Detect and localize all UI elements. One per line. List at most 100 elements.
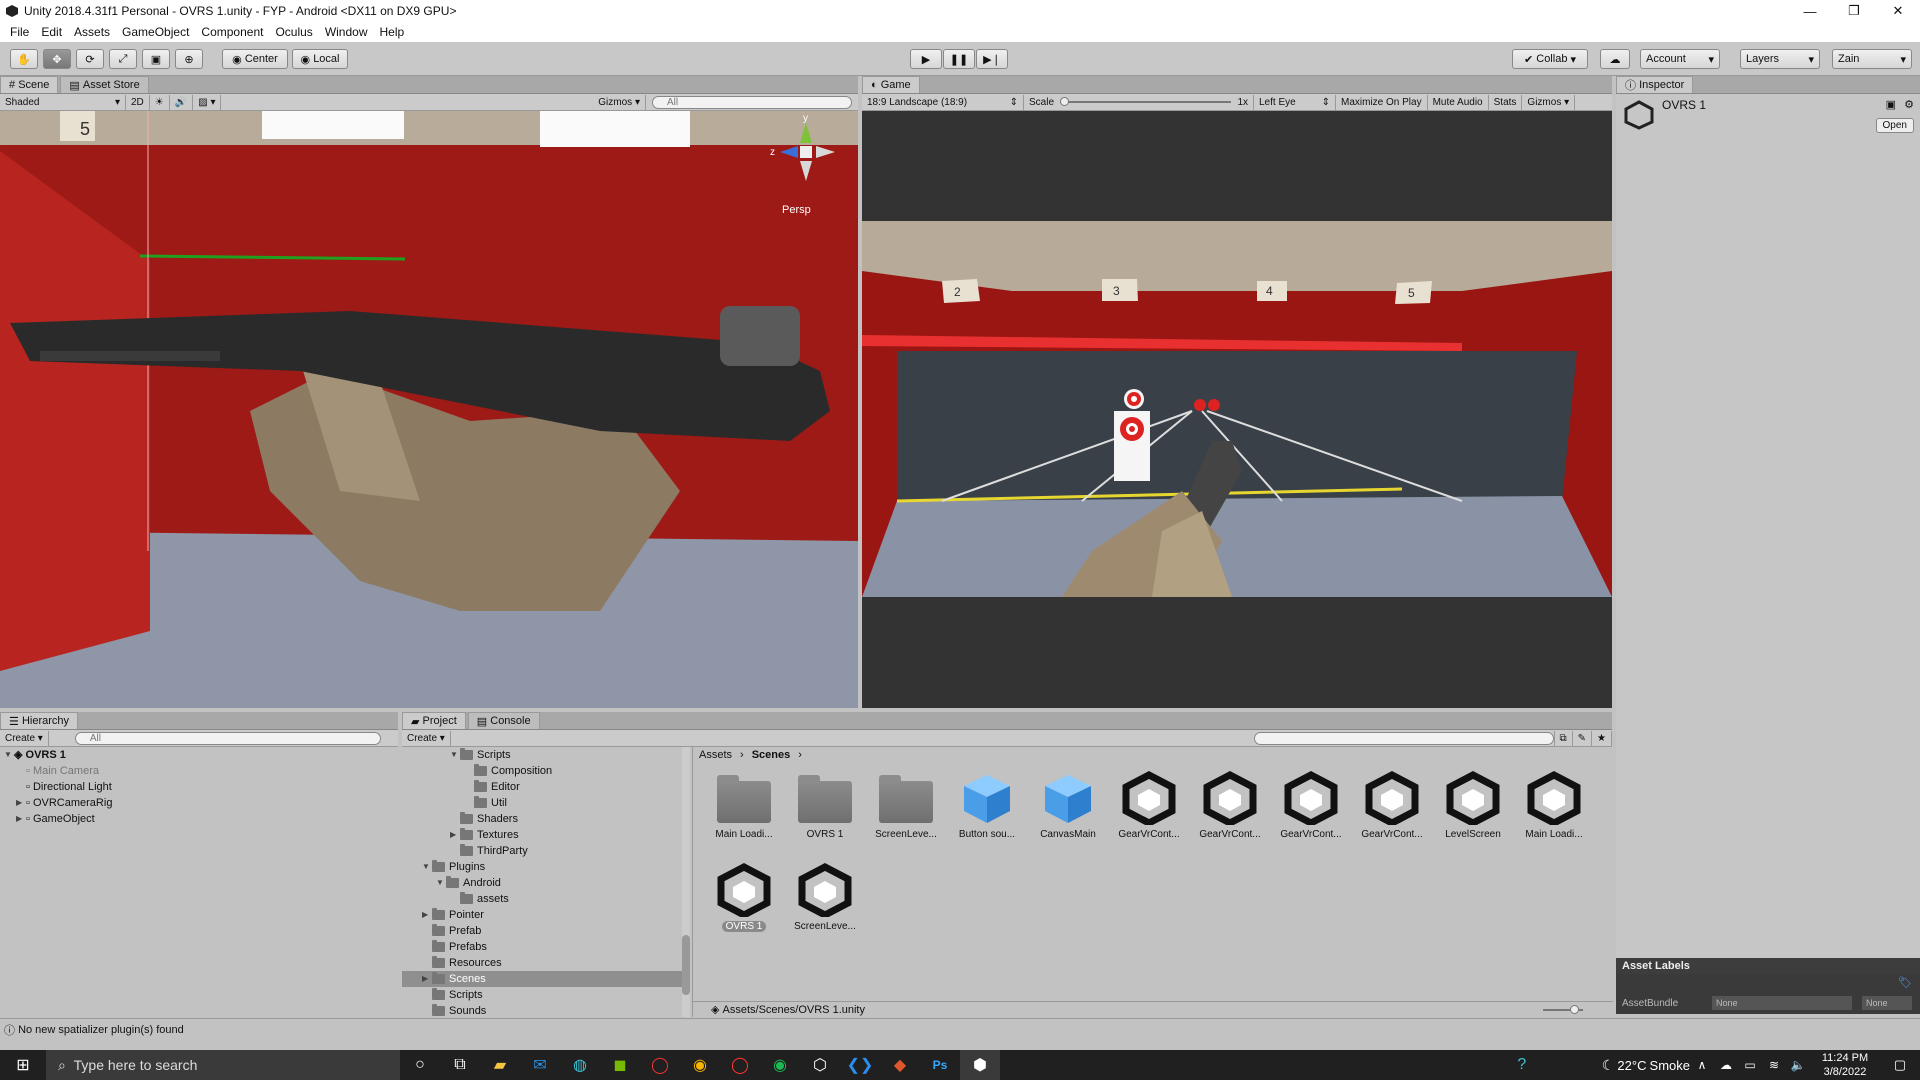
- shading-dropdown[interactable]: Shaded ▾: [0, 94, 126, 110]
- mail-icon[interactable]: ✉: [520, 1050, 560, 1080]
- status-message[interactable]: No new spatializer plugin(s) found: [18, 1024, 184, 1036]
- menu-window[interactable]: Window: [319, 25, 374, 39]
- tab-console[interactable]: ▤ Console: [467, 712, 540, 729]
- tree-item-sounds[interactable]: Sounds: [402, 1003, 682, 1017]
- tree-item-editor[interactable]: Editor: [402, 779, 682, 795]
- git-icon[interactable]: ◆: [880, 1050, 920, 1080]
- open-button[interactable]: Open: [1875, 118, 1914, 133]
- resolution-dropdown[interactable]: 18:9 Landscape (18:9) ⇕: [862, 94, 1024, 110]
- scene-viewport[interactable]: 5 y z Persp: [0, 111, 858, 708]
- persp-label[interactable]: Persp: [782, 204, 811, 216]
- hierarchy-item-directional-light[interactable]: ▫ Directional Light: [4, 779, 394, 795]
- tree-scrollbar[interactable]: [682, 747, 690, 1017]
- spotify-icon[interactable]: ◉: [760, 1050, 800, 1080]
- assetbundle-dropdown[interactable]: None: [1712, 996, 1852, 1010]
- icon-size-slider[interactable]: [1543, 1005, 1583, 1014]
- breadcrumb-scenes[interactable]: Scenes: [752, 749, 791, 761]
- taskbar-search-input[interactable]: ⌕ Type here to search: [46, 1050, 400, 1080]
- menu-oculus[interactable]: Oculus: [269, 25, 318, 39]
- asset-unity-5[interactable]: GearVrCont...: [1112, 771, 1186, 840]
- project-search-input[interactable]: [1253, 731, 1554, 745]
- menu-file[interactable]: File: [4, 25, 35, 39]
- tree-item-scenes[interactable]: ▶ Scenes: [402, 971, 682, 987]
- wifi-icon[interactable]: ≋: [1762, 1050, 1786, 1080]
- tree-item-assets[interactable]: assets: [402, 891, 682, 907]
- tree-item-thirdparty[interactable]: ThirdParty: [402, 843, 682, 859]
- minimize-button[interactable]: —: [1788, 0, 1832, 22]
- nvidia-icon[interactable]: ◼: [600, 1050, 640, 1080]
- tab-hierarchy[interactable]: ☰ Hierarchy: [0, 712, 79, 729]
- favorite-star-icon[interactable]: ★: [1592, 730, 1612, 746]
- step-button[interactable]: ▶❘: [976, 49, 1008, 69]
- tree-item-pointer[interactable]: ▶ Pointer: [402, 907, 682, 923]
- tree-item-resources[interactable]: Resources: [402, 955, 682, 971]
- weather-temp[interactable]: 22°C: [1617, 1058, 1646, 1073]
- scale-tool-button[interactable]: ⤢: [109, 49, 137, 69]
- opera-icon[interactable]: ◯: [720, 1050, 760, 1080]
- transform-tool-button[interactable]: ⊕: [175, 49, 203, 69]
- file-explorer-icon[interactable]: ▰: [480, 1050, 520, 1080]
- variant-dropdown[interactable]: None: [1862, 996, 1912, 1010]
- gear-icon[interactable]: ⚙: [1904, 98, 1914, 111]
- menu-component[interactable]: Component: [195, 25, 269, 39]
- tree-item-composition[interactable]: Composition: [402, 763, 682, 779]
- audio-toggle[interactable]: 🔊: [170, 94, 194, 110]
- tab-project[interactable]: ▰ Project: [402, 712, 466, 729]
- eye-dropdown[interactable]: Left Eye ⇕: [1254, 94, 1336, 110]
- task-view-icon[interactable]: ⧉: [440, 1050, 480, 1080]
- menu-edit[interactable]: Edit: [35, 25, 68, 39]
- volume-icon[interactable]: 🔈: [1786, 1050, 1810, 1080]
- tab-game[interactable]: ◐ Game: [862, 76, 920, 93]
- move-tool-button[interactable]: ✥: [43, 49, 71, 69]
- book-icon[interactable]: ▣: [1886, 98, 1896, 111]
- hierarchy-item-gameobject[interactable]: ▶ ▫ GameObject: [4, 811, 394, 827]
- mute-audio-toggle[interactable]: Mute Audio: [1428, 94, 1489, 110]
- tab-inspector[interactable]: ⓘ Inspector: [1616, 76, 1694, 93]
- filter-label-icon[interactable]: ✎: [1573, 730, 1593, 746]
- tree-item-scripts[interactable]: ▼ Scripts: [402, 747, 682, 763]
- pivot-center-button[interactable]: ◉ Center: [222, 49, 288, 69]
- stats-toggle[interactable]: Stats: [1489, 94, 1523, 110]
- 2d-toggle[interactable]: 2D: [126, 94, 150, 110]
- chrome-icon[interactable]: ◉: [680, 1050, 720, 1080]
- menu-gameobject[interactable]: GameObject: [116, 25, 195, 39]
- help-icon[interactable]: ?: [1502, 1050, 1542, 1080]
- tab-asset-store[interactable]: ▤ Asset Store: [60, 76, 149, 93]
- edge-icon[interactable]: ◍: [560, 1050, 600, 1080]
- asset-unity-11[interactable]: OVRS 1: [707, 863, 781, 935]
- unity-hub-icon[interactable]: ⬡: [800, 1050, 840, 1080]
- cloud-button[interactable]: ☁: [1600, 49, 1630, 69]
- opera-gx-icon[interactable]: ◯: [640, 1050, 680, 1080]
- asset-unity-12[interactable]: ScreenLeve...: [788, 863, 862, 932]
- windows-start-icon[interactable]: ⊞: [0, 1050, 46, 1080]
- unity-taskbar-icon[interactable]: ⬢: [960, 1050, 1000, 1080]
- battery-icon[interactable]: ▭: [1738, 1050, 1762, 1080]
- tree-item-util[interactable]: Util: [402, 795, 682, 811]
- hand-tool-button[interactable]: ✋: [10, 49, 38, 69]
- close-button[interactable]: ✕: [1876, 0, 1920, 22]
- account-dropdown[interactable]: Account ▾: [1640, 49, 1720, 69]
- asset-unity-8[interactable]: GearVrCont...: [1355, 771, 1429, 840]
- breadcrumb-assets[interactable]: Assets: [699, 749, 732, 761]
- notifications-icon[interactable]: ▢: [1880, 1050, 1920, 1080]
- menu-help[interactable]: Help: [374, 25, 411, 39]
- asset-unity-9[interactable]: LevelScreen: [1436, 771, 1510, 840]
- filter-type-icon[interactable]: ⧉: [1553, 730, 1573, 746]
- hierarchy-create-dropdown[interactable]: Create ▾: [0, 730, 49, 746]
- maximize-button[interactable]: ❐: [1832, 0, 1876, 22]
- tree-scrollbar-thumb[interactable]: [682, 935, 690, 995]
- tag-icon[interactable]: 🏷: [1898, 976, 1912, 989]
- tree-item-prefab[interactable]: Prefab: [402, 923, 682, 939]
- layers-dropdown[interactable]: Layers ▾: [1740, 49, 1820, 69]
- hierarchy-item-main-camera[interactable]: ▫ Main Camera: [4, 763, 394, 779]
- tree-item-scripts-root[interactable]: Scripts: [402, 987, 682, 1003]
- menu-assets[interactable]: Assets: [68, 25, 116, 39]
- onedrive-icon[interactable]: ☁: [1714, 1050, 1738, 1080]
- weather-text[interactable]: Smoke: [1650, 1058, 1690, 1073]
- pause-button[interactable]: ❚❚: [943, 49, 975, 69]
- play-button[interactable]: ▶: [910, 49, 942, 69]
- asset-folder-2[interactable]: ScreenLeve...: [869, 771, 943, 840]
- project-create-dropdown[interactable]: Create ▾: [402, 730, 451, 746]
- hierarchy-scene-row[interactable]: ▼ ◈ OVRS 1: [4, 747, 394, 763]
- tree-item-prefabs[interactable]: Prefabs: [402, 939, 682, 955]
